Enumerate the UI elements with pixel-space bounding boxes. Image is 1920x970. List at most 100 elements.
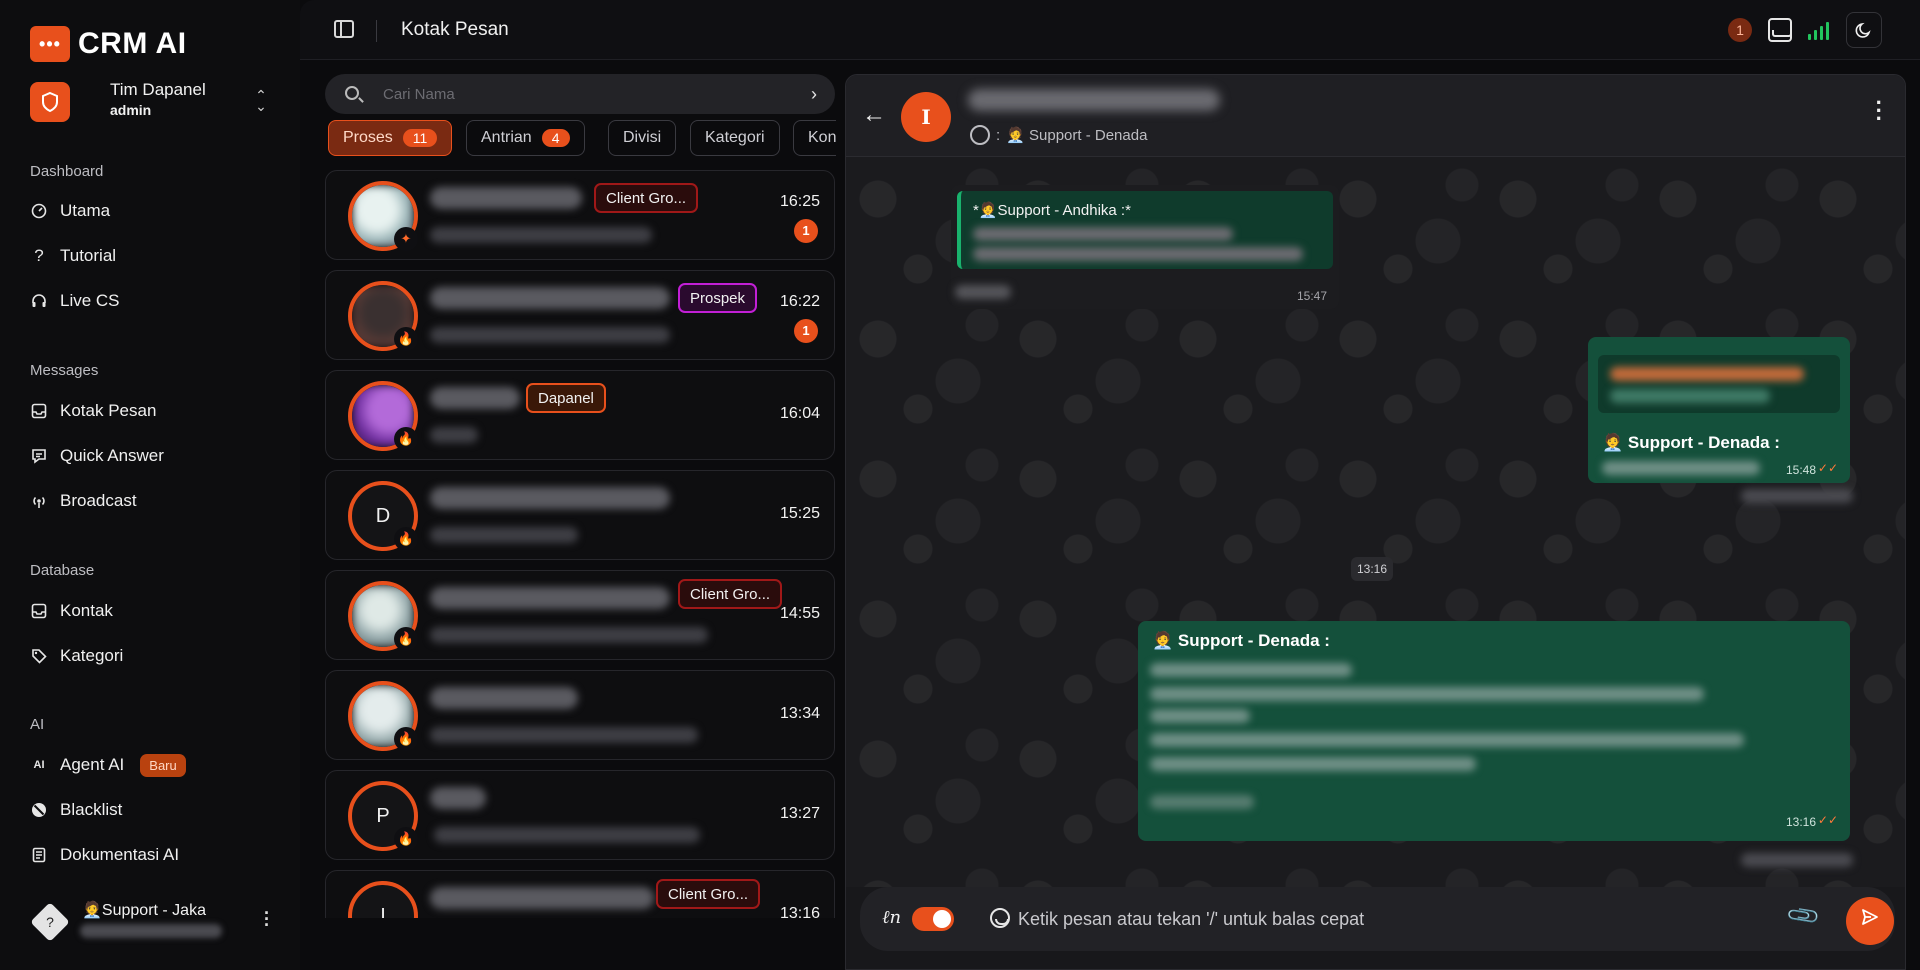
fire-icon: 🔥 [394, 627, 418, 651]
sidebar-item-tutorial[interactable]: ? Tutorial [30, 243, 116, 269]
chat-time: 16:04 [779, 405, 820, 422]
broadcast-icon [30, 492, 48, 510]
sidebar-item-label: Kontak [60, 601, 113, 620]
more-vertical-icon[interactable]: · · · [1876, 92, 1883, 130]
chat-time: 13:27 [779, 805, 820, 822]
message-time: 15:48 [1785, 463, 1816, 477]
sender-name: 🧑‍💼 Support - Denada : [1602, 433, 1780, 452]
chat-item[interactable]: 🔥 Prospek 16:22 1 [325, 270, 835, 360]
sender-name: 🧑‍💼 Support - Denada : [1152, 631, 1330, 650]
fire-icon: 🔥 [394, 327, 418, 351]
message-time: 13:16 [1785, 815, 1816, 829]
signature-toggle[interactable] [912, 907, 954, 931]
chat-time: 15:25 [779, 505, 820, 522]
tab-proses[interactable]: Proses 11 [328, 120, 453, 156]
double-check-icon: ✓✓ [1817, 813, 1838, 827]
sidebar-item-kategori[interactable]: Kategori [30, 643, 123, 669]
fire-icon: 🔥 [394, 427, 418, 451]
user-email-redacted [80, 924, 222, 938]
document-icon [30, 846, 48, 864]
sidebar-item-label: Tutorial [60, 246, 117, 265]
chat-item[interactable]: 🔥 13:34 [325, 670, 835, 760]
message-preview-redacted [430, 727, 698, 743]
filter-tabs: Proses 11 Antrian 4 Divisi Kategori Kon [328, 120, 836, 156]
arrow-left-icon[interactable]: ← [862, 101, 886, 129]
user-profile[interactable]: ? 🧑‍💼Support - Jaka · · · [30, 896, 280, 946]
category-tag: Dapanel [526, 383, 606, 413]
tab-kategori[interactable]: Kategori [690, 120, 780, 156]
tab-kontak[interactable]: Kon [793, 120, 836, 156]
fire-icon: ✦ [394, 227, 418, 251]
sidebar-item-label: Live CS [60, 291, 120, 310]
avatar: I [348, 881, 418, 918]
fire-icon: 🔥 [394, 827, 418, 851]
tab-antrian[interactable]: Antrian 4 [466, 120, 585, 156]
divider [376, 20, 377, 42]
theme-toggle-button[interactable] [1846, 12, 1882, 48]
chat-item[interactable]: D 🔥 15:25 [325, 470, 835, 560]
chevron-right-icon[interactable]: › [811, 84, 817, 105]
sidebar-item-kontak[interactable]: Kontak [30, 598, 113, 624]
brand-logo-icon: ••• [30, 26, 70, 62]
message-incoming: *🧑‍💼Support - Andhika :* 15:47 [951, 185, 1339, 309]
inbox-icon[interactable] [1768, 18, 1792, 42]
chat-item[interactable]: 🔥 Dapanel 16:04 [325, 370, 835, 460]
sidebar-item-label: Dokumentasi AI [60, 845, 180, 864]
signal-icon [1808, 20, 1830, 40]
tab-count: 11 [402, 129, 438, 147]
signature-icon[interactable]: ℓn [882, 907, 901, 928]
quoted-message[interactable]: *🧑‍💼Support - Andhika :* [957, 191, 1333, 269]
ban-icon [30, 801, 48, 819]
sidebar-item-label: Utama [60, 201, 111, 220]
assignee: : 🧑‍💼 Support - Denada [970, 125, 1147, 145]
sidebar-item-live-cs[interactable]: Live CS [30, 288, 120, 314]
paperclip-icon[interactable]: 📎 [1785, 897, 1823, 935]
team-switcher[interactable]: Tim Dapanel admin ⌃ ⌄ [30, 80, 270, 124]
sidebar-item-quick-answer[interactable]: Quick Answer [30, 443, 164, 469]
chat-time: 13:34 [779, 705, 820, 722]
brand-name: CRM AI [78, 27, 187, 60]
sidebar-item-blacklist[interactable]: Blacklist [30, 797, 122, 823]
sidebar-item-label: Quick Answer [60, 446, 164, 465]
message-time: 15:47 [1296, 289, 1327, 303]
chat-item[interactable]: ✦ Client Gro... 16:25 1 [325, 170, 835, 260]
quick-reply-icon [30, 447, 48, 465]
fire-icon: 🔥 [394, 727, 418, 751]
sidebar-item-utama[interactable]: Utama [30, 198, 110, 224]
search-input[interactable] [383, 74, 763, 114]
tab-divisi[interactable]: Divisi [608, 120, 677, 156]
message-preview-redacted [430, 427, 478, 443]
more-vertical-icon[interactable]: · · · [264, 904, 270, 934]
send-button[interactable] [1846, 897, 1894, 945]
message-input[interactable] [1018, 897, 1778, 941]
contact-name-redacted [968, 89, 1220, 111]
sidebar-item-agent-ai[interactable]: AI Agent AI Baru [30, 752, 186, 778]
emoji-icon[interactable] [990, 908, 1010, 928]
ai-icon: AI [33, 759, 45, 771]
message-preview-redacted [430, 227, 652, 243]
team-name: Tim Dapanel [110, 80, 206, 99]
chat-item[interactable]: 🔥 Client Gro... 14:55 [325, 570, 835, 660]
sidebar-item-kotak-pesan[interactable]: Kotak Pesan [30, 398, 156, 424]
quoted-message[interactable] [1598, 355, 1840, 413]
app-root: ••• CRM AI Tim Dapanel admin ⌃ ⌄ Dashboar… [0, 0, 1920, 970]
category-tag: Prospek [678, 283, 758, 313]
fire-icon: 🔥 [394, 527, 418, 551]
notification-badge[interactable]: 1 [1728, 18, 1752, 42]
chat-time: 16:25 [779, 193, 820, 210]
shield-icon [30, 82, 70, 122]
chat-item[interactable]: I Client Gro... 13:16 [325, 870, 835, 918]
team-role: admin [110, 102, 152, 118]
sidebar-toggle-icon[interactable] [334, 20, 354, 38]
message-composer: ℓn 📎 [860, 887, 1895, 951]
chat-item[interactable]: P 🔥 13:27 [325, 770, 835, 860]
sidebar-item-dokumentasi-ai[interactable]: Dokumentasi AI [30, 842, 179, 868]
avatar: I [901, 92, 951, 142]
sidebar-item-broadcast[interactable]: Broadcast [30, 488, 137, 514]
chat-header: ← I : 🧑‍💼 Support - Denada · · · [846, 75, 1905, 157]
sidebar: ••• CRM AI Tim Dapanel admin ⌃ ⌄ Dashboar… [0, 0, 300, 970]
moon-icon [1855, 22, 1871, 38]
message-area: *🧑‍💼Support - Andhika :* 15:47 🧑‍💼 Suppo… [846, 157, 1905, 887]
brand[interactable]: ••• CRM AI [30, 26, 187, 62]
chat-time: 14:55 [779, 605, 820, 622]
